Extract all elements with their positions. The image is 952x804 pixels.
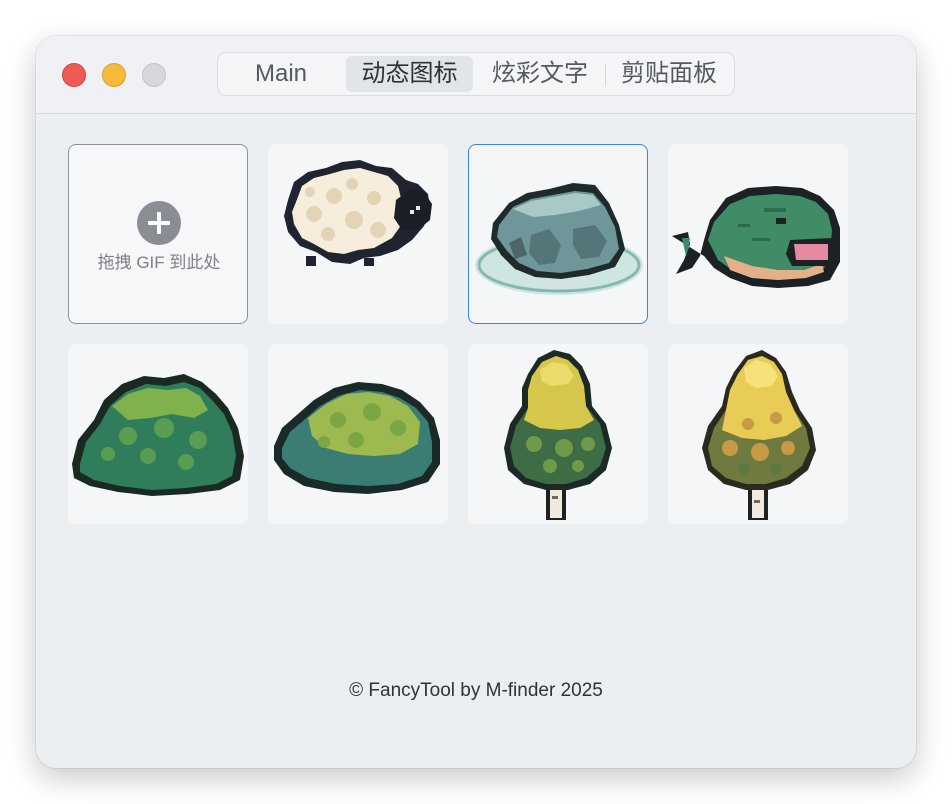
tab-clipboard[interactable]: 剪贴面板 — [607, 56, 731, 92]
green-tree-icon-tile[interactable] — [468, 344, 648, 524]
plus-icon — [137, 201, 181, 245]
rock-icon — [475, 183, 643, 295]
light-bush-icon-tile[interactable] — [268, 344, 448, 524]
gif-drop-zone[interactable]: 拖拽 GIF 到此处 — [68, 144, 248, 324]
tab-colorful-text[interactable]: 炫彩文字 — [476, 56, 604, 92]
app-window: Main 动态图标 炫彩文字 剪贴面板 拖拽 GIF 到此处 © FancyTo… — [36, 36, 916, 768]
tab-animated-icons[interactable]: 动态图标 — [346, 56, 473, 92]
whale-icon-tile[interactable] — [668, 144, 848, 324]
yellow-tree-icon — [702, 350, 816, 520]
dark-bush-icon-tile[interactable] — [68, 344, 248, 524]
tab-main[interactable]: Main — [222, 56, 340, 92]
tab-divider — [605, 64, 606, 86]
zoom-window-button[interactable] — [142, 63, 166, 87]
close-window-button[interactable] — [62, 63, 86, 87]
title-bar: Main 动态图标 炫彩文字 剪贴面板 — [36, 36, 916, 114]
dark-bush-icon — [72, 374, 244, 496]
green-tree-icon — [504, 350, 612, 520]
sheep-icon — [284, 160, 432, 266]
tab-bar: Main 动态图标 炫彩文字 剪贴面板 — [217, 52, 735, 96]
footer-copyright: © FancyTool by M-finder 2025 — [349, 680, 603, 701]
rock-icon-tile[interactable] — [468, 144, 648, 324]
sheep-icon-tile[interactable] — [268, 144, 448, 324]
whale-icon — [672, 186, 840, 288]
minimize-window-button[interactable] — [102, 63, 126, 87]
light-bush-icon — [274, 382, 440, 494]
yellow-tree-icon-tile[interactable] — [668, 344, 848, 524]
drop-zone-label: 拖拽 GIF 到此处 — [97, 253, 221, 272]
